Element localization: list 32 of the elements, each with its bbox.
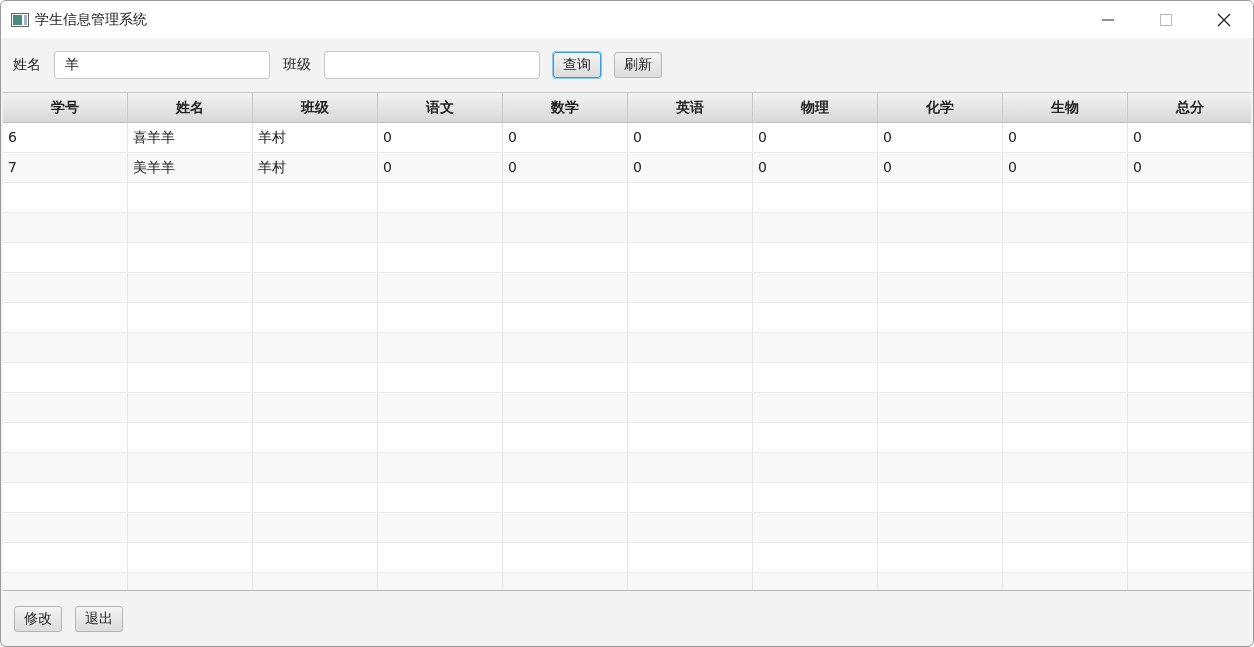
- edit-button[interactable]: 修改: [14, 605, 62, 632]
- query-button[interactable]: 查询: [553, 52, 601, 78]
- table-cell: 0: [628, 153, 753, 183]
- column-header[interactable]: 班级: [253, 93, 378, 122]
- column-header[interactable]: 物理: [753, 93, 878, 122]
- maximize-icon[interactable]: [1160, 13, 1172, 26]
- table-cell: 0: [878, 153, 1003, 183]
- table-cell: 7: [3, 153, 128, 183]
- table-cell: 美羊羊: [128, 153, 253, 183]
- column-header[interactable]: 语文: [378, 93, 503, 122]
- refresh-button[interactable]: 刷新: [614, 52, 662, 78]
- field-label: 姓名: [13, 56, 41, 74]
- field-label: 班级: [283, 56, 311, 74]
- table-cell: 羊村: [253, 153, 378, 183]
- exit-button[interactable]: 退出: [75, 605, 123, 632]
- column-header[interactable]: 生物: [1003, 93, 1128, 122]
- column-header[interactable]: 数学: [503, 93, 628, 122]
- column-header[interactable]: 姓名: [128, 93, 253, 122]
- column-header[interactable]: 英语: [628, 93, 753, 122]
- table-cell: 0: [503, 153, 628, 183]
- app-icon: [11, 12, 29, 27]
- table-cell: 0: [1003, 153, 1128, 183]
- column-header[interactable]: 化学: [878, 93, 1003, 122]
- input-field[interactable]: 羊: [54, 51, 270, 79]
- close-icon[interactable]: [1217, 12, 1231, 27]
- table-cell: 0: [753, 153, 878, 183]
- column-header[interactable]: 学号: [3, 93, 128, 122]
- column-header[interactable]: 总分: [1128, 93, 1251, 122]
- window-title: 学生信息管理系统: [35, 10, 147, 29]
- table-cell: 0: [378, 153, 503, 183]
- table-cell: 0: [1128, 153, 1251, 183]
- input-field[interactable]: [324, 51, 540, 79]
